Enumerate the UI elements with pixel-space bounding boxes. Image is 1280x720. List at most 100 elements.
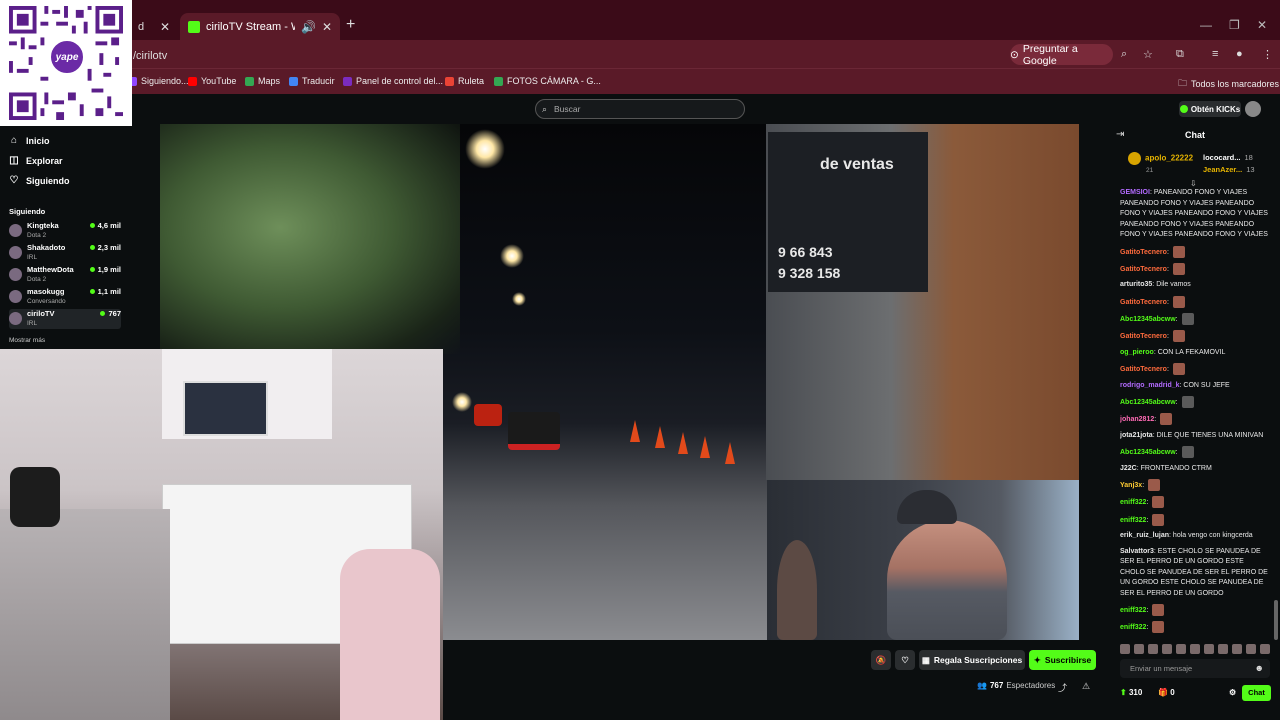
top-gifter[interactable]: apolo_22222 21 bbox=[1128, 152, 1193, 174]
channel-category: Dota 2 bbox=[27, 232, 47, 239]
chat-header: ⇥ Chat bbox=[1110, 124, 1280, 146]
chat-username[interactable]: eniff322 bbox=[1120, 607, 1146, 614]
chat-username[interactable]: J22C bbox=[1120, 465, 1137, 472]
new-tab-button[interactable]: + bbox=[346, 16, 355, 34]
emote-icon[interactable] bbox=[1162, 644, 1172, 654]
menu-icon[interactable]: ⋮ bbox=[1262, 48, 1273, 61]
chat-username[interactable]: GatitoTecnero bbox=[1120, 333, 1167, 340]
chat-username[interactable]: GatitoTecnero bbox=[1120, 266, 1167, 273]
chat-username[interactable]: GatitoTecnero bbox=[1120, 366, 1167, 373]
chat-username[interactable]: Abc12345abcww bbox=[1120, 399, 1176, 406]
chat-username[interactable]: GatitoTecnero bbox=[1120, 248, 1167, 255]
sidebar-channel-kingteka[interactable]: Kingteka Dota 2 4,6 mil bbox=[9, 221, 121, 241]
follow-button[interactable]: ♡ bbox=[895, 650, 915, 670]
chat-username[interactable]: eniff322 bbox=[1120, 499, 1146, 506]
emote-icon[interactable] bbox=[1232, 644, 1242, 654]
lens-icon: ⊙ bbox=[1010, 48, 1019, 61]
extensions-icon[interactable]: ⧉ bbox=[1176, 48, 1184, 61]
chat-message: GatitoTecnero: bbox=[1120, 295, 1268, 308]
chat-username[interactable]: Abc12345abcww bbox=[1120, 449, 1176, 456]
chat-input[interactable]: Enviar un mensaje ☻ bbox=[1120, 659, 1270, 678]
emote-icon[interactable] bbox=[1120, 644, 1130, 654]
nav-explore[interactable]: ◫ Explorar bbox=[9, 155, 62, 166]
url-field[interactable]: /cirilotv bbox=[133, 50, 167, 62]
user-avatar[interactable] bbox=[1245, 101, 1261, 117]
close-icon[interactable]: ✕ bbox=[160, 20, 170, 34]
emote-icon[interactable] bbox=[1218, 644, 1228, 654]
emote-icon[interactable] bbox=[1134, 644, 1144, 654]
emote-icon[interactable] bbox=[1204, 644, 1214, 654]
chat-username[interactable]: og_pieroo bbox=[1120, 349, 1154, 356]
bookmark-item[interactable]: Siguiendo... bbox=[128, 76, 189, 86]
chat-username[interactable]: eniff322 bbox=[1120, 624, 1146, 631]
bookmark-star-icon[interactable]: ☆ bbox=[1143, 48, 1153, 61]
minimize-icon[interactable]: — bbox=[1200, 18, 1212, 32]
bookmark-item[interactable]: Traducir bbox=[289, 76, 335, 86]
gift-icon: 🎁 bbox=[1158, 688, 1168, 697]
chat-username[interactable]: GatitoTecnero bbox=[1120, 299, 1167, 306]
bookmark-item[interactable]: Maps bbox=[245, 76, 280, 86]
gifter-row[interactable]: JeanAzer... 13 bbox=[1203, 164, 1255, 176]
explore-icon: ◫ bbox=[9, 155, 19, 166]
search-input[interactable]: ⌕ Buscar bbox=[535, 99, 745, 119]
bookmark-item[interactable]: FOTOS CÁMARA - G... bbox=[494, 76, 601, 86]
media-icon[interactable]: ≡ bbox=[1212, 48, 1218, 60]
sidebar-channel-masokugg[interactable]: masokugg Conversando 1,1 mil bbox=[9, 287, 121, 307]
restore-icon[interactable]: ❐ bbox=[1229, 18, 1240, 32]
chat-username[interactable]: GEMSIOI bbox=[1120, 189, 1150, 196]
nav-home[interactable]: ⌂ Inicio bbox=[9, 135, 50, 146]
subscribe-button[interactable]: ✦ Suscribirse bbox=[1029, 650, 1096, 670]
get-kicks-button[interactable]: Obtén KICKs bbox=[1179, 101, 1241, 117]
expand-arrow-icon[interactable]: ⇩ bbox=[1190, 179, 1197, 188]
scrollbar[interactable] bbox=[1274, 600, 1278, 640]
speaker-icon[interactable]: 🔊 bbox=[301, 20, 316, 34]
bookmark-item[interactable]: Panel de control del... bbox=[343, 76, 443, 86]
browser-tab-active[interactable]: ciriloTV Stream - Watch Live 🔊 ✕ bbox=[180, 13, 340, 40]
gift-subs-button[interactable]: ▦ Regala Suscripciones bbox=[919, 650, 1025, 670]
ask-google-button[interactable]: ⊙ Preguntar a Google bbox=[1010, 43, 1113, 67]
emote-icon[interactable] bbox=[1260, 644, 1270, 654]
chat-username[interactable]: arturito35 bbox=[1120, 281, 1152, 288]
bookmark-item[interactable]: Ruleta bbox=[445, 76, 484, 86]
emote-icon[interactable] bbox=[1190, 644, 1200, 654]
chat-username[interactable]: eniff322 bbox=[1120, 517, 1146, 524]
channel-points[interactable]: ⬆ 310 bbox=[1120, 688, 1142, 697]
emote-icon[interactable] bbox=[1246, 644, 1256, 654]
close-window-icon[interactable]: ✕ bbox=[1257, 18, 1267, 32]
gifts-counter[interactable]: 🎁 0 bbox=[1158, 688, 1175, 697]
share-icon[interactable]: ⤴ bbox=[1058, 681, 1067, 694]
emote-icon[interactable] bbox=[1176, 644, 1186, 654]
mute-alerts-button[interactable]: 🔕 bbox=[871, 650, 891, 670]
chat-username[interactable]: jota21jota bbox=[1120, 432, 1153, 439]
show-more-link[interactable]: Mostrar más bbox=[9, 337, 45, 344]
home-icon: ⌂ bbox=[10, 135, 18, 146]
send-chat-button[interactable]: Chat bbox=[1242, 685, 1271, 701]
zoom-icon[interactable]: ⌕ bbox=[1121, 48, 1127, 61]
chat-username[interactable]: rodrigo_madrid_k bbox=[1120, 382, 1180, 389]
emoji-icon[interactable]: ☻ bbox=[1255, 659, 1264, 678]
bookmark-item[interactable]: YouTube bbox=[188, 76, 236, 86]
all-bookmarks[interactable]: 🗀 Todos los marcadores bbox=[1178, 76, 1279, 92]
sidebar-channel-shakadoto[interactable]: Shakadoto IRL 2,3 mil bbox=[9, 243, 121, 263]
close-icon[interactable]: ✕ bbox=[322, 20, 332, 34]
nav-following[interactable]: ♡ Siguiendo bbox=[9, 175, 70, 186]
browser-tab-inactive[interactable]: d ✕ bbox=[130, 13, 178, 40]
chat-username[interactable]: erik_ruiz_lujan bbox=[1120, 532, 1169, 539]
gift-subs-label: Regala Suscripciones bbox=[933, 655, 1023, 665]
gifter-row[interactable]: lococard... 18 bbox=[1203, 152, 1255, 164]
sign-text: de ventas bbox=[820, 156, 894, 173]
street-lamp bbox=[452, 392, 472, 412]
profile-avatar[interactable]: ● bbox=[1236, 48, 1243, 60]
chat-username[interactable]: Salvattor3 bbox=[1120, 548, 1154, 555]
gear-icon[interactable]: ⚙ bbox=[1229, 688, 1236, 697]
chat-username[interactable]: johan2812 bbox=[1120, 416, 1154, 423]
emote-icon[interactable] bbox=[1148, 644, 1158, 654]
sidebar-channel-cirilotv[interactable]: ciriloTV IRL 767 bbox=[9, 309, 121, 329]
chat-message: GatitoTecnero: bbox=[1120, 245, 1268, 258]
chat-username[interactable]: Abc12345abcww bbox=[1120, 316, 1176, 323]
report-icon[interactable]: ⚠ bbox=[1082, 681, 1090, 692]
emote-icon bbox=[1172, 245, 1185, 258]
chat-username[interactable]: Yanj3x bbox=[1120, 482, 1142, 489]
sidebar-channel-matthewdota[interactable]: MatthewDota Dota 2 1,9 mil bbox=[9, 265, 121, 285]
emote-icon bbox=[1181, 313, 1194, 326]
